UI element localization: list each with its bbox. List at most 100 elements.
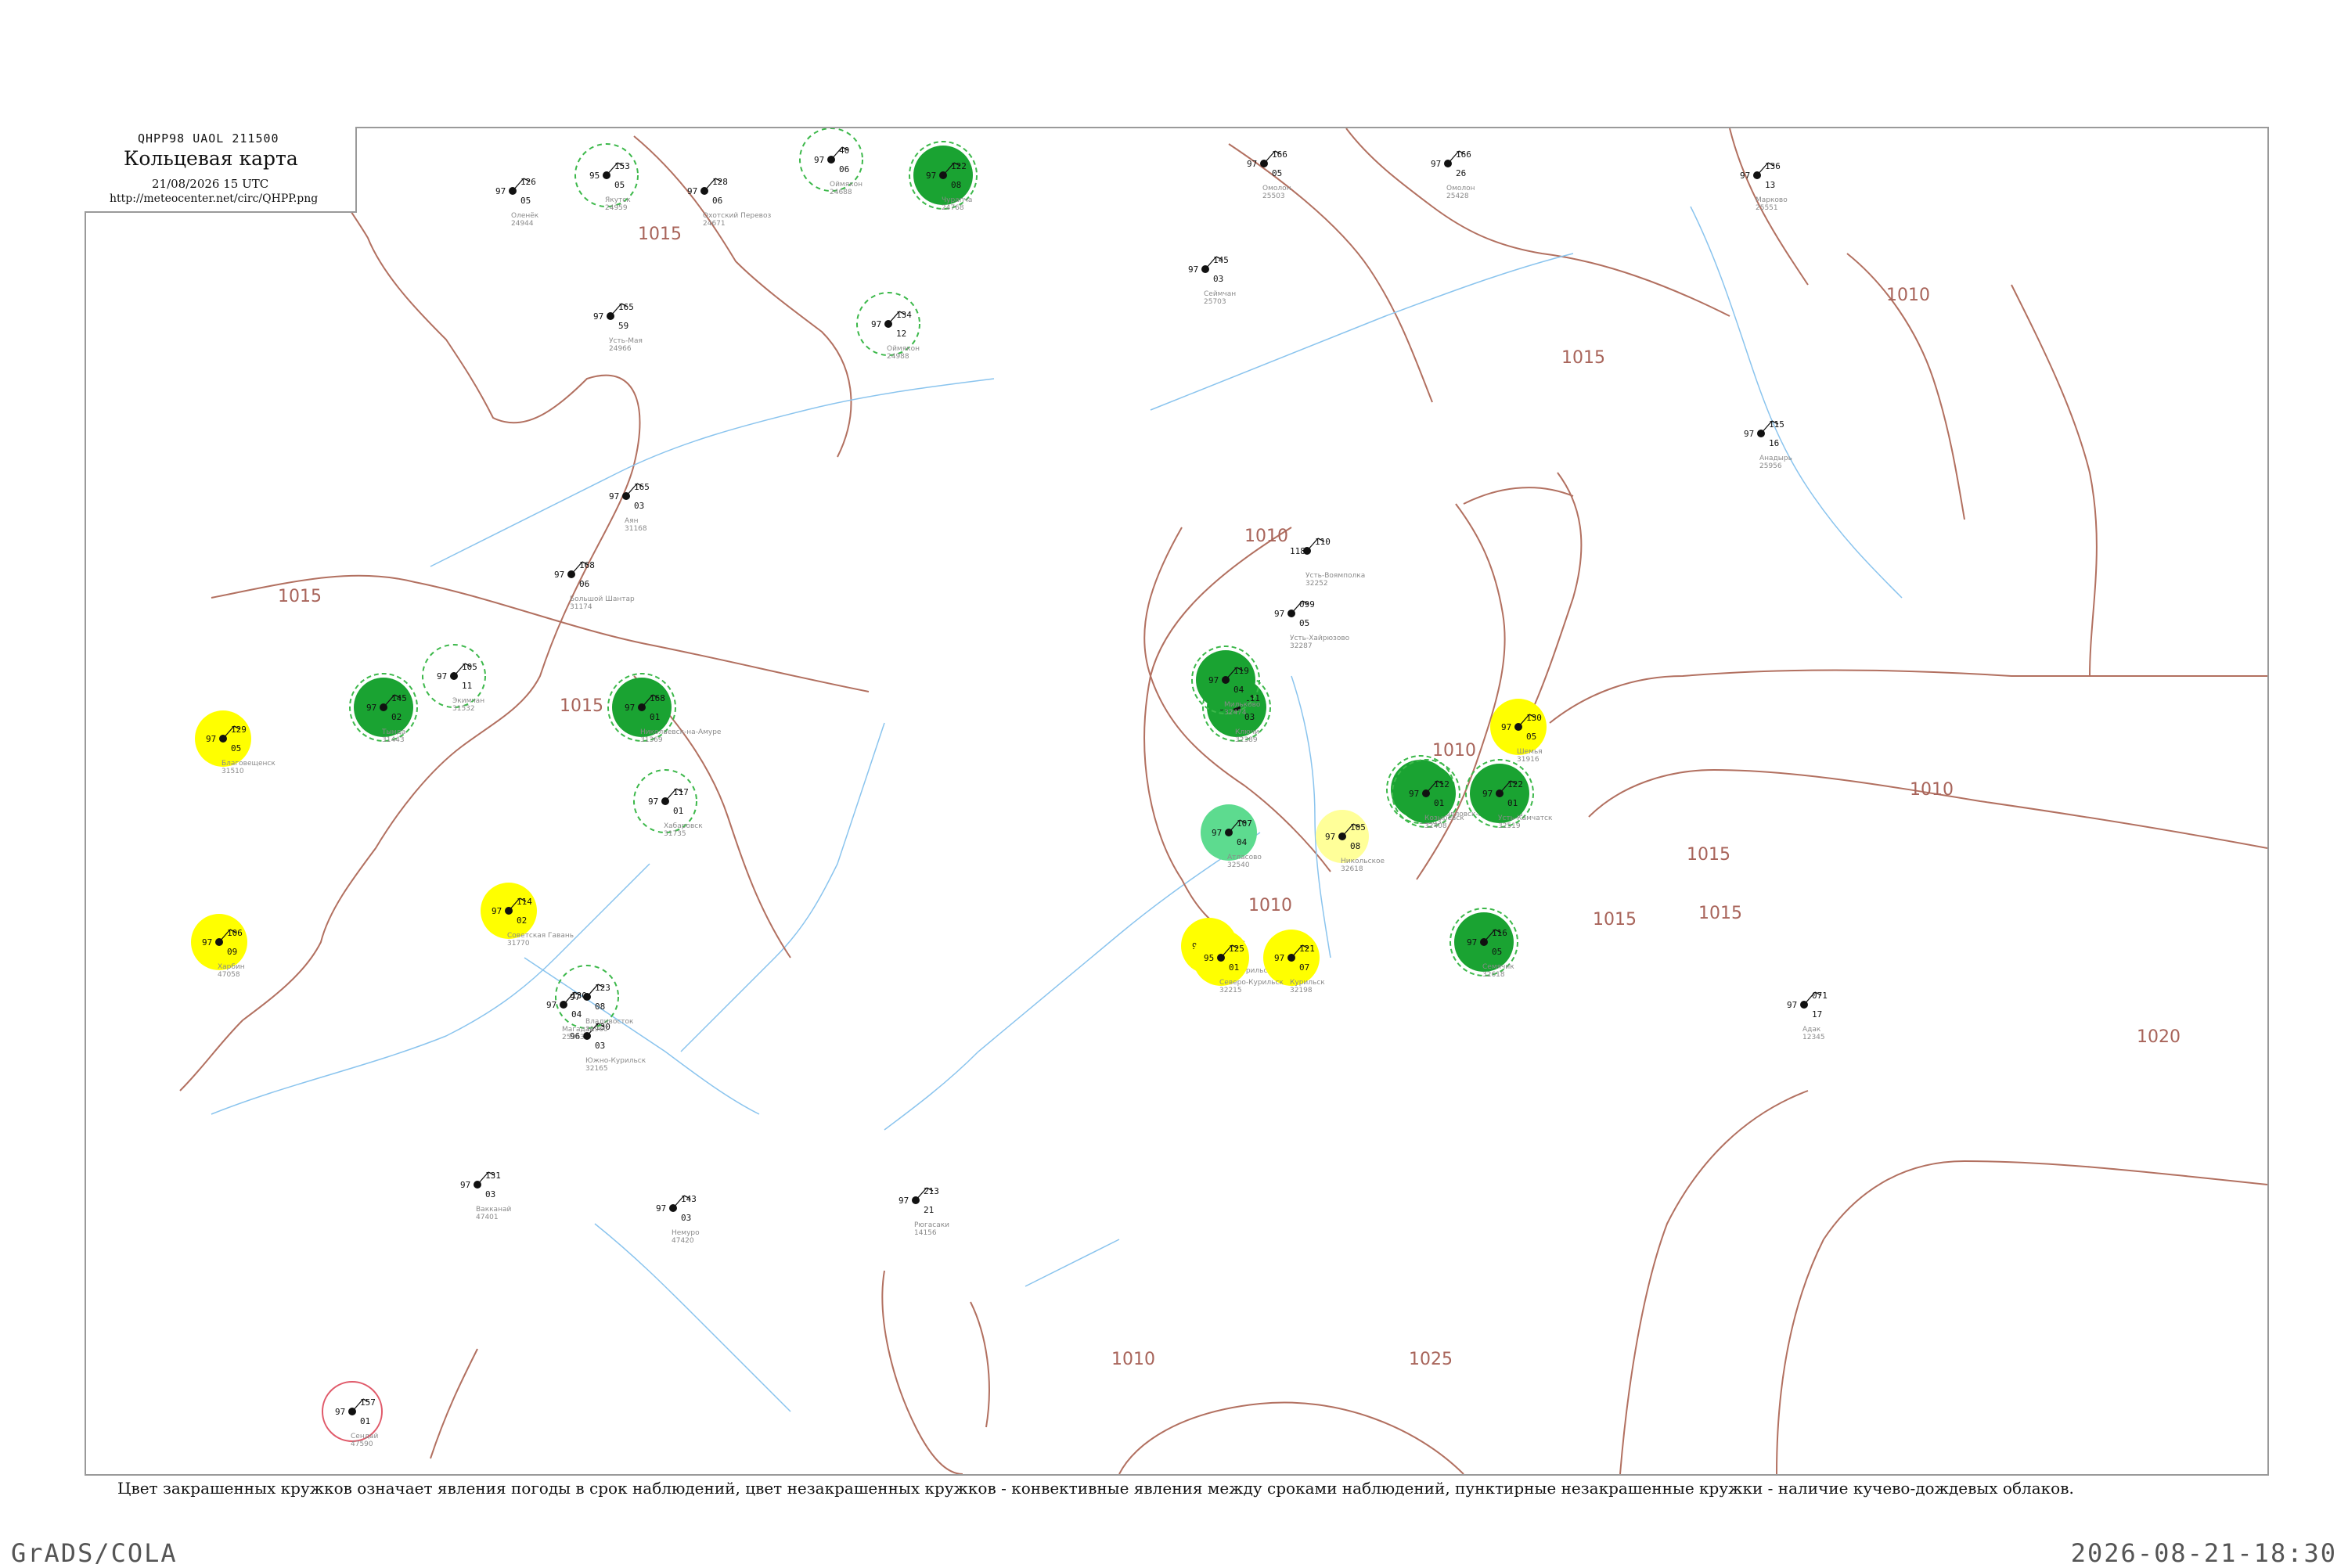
station-value: 97 (609, 491, 619, 502)
station-name: Советская Гавань (507, 932, 574, 940)
station-plot[interactable]: 122 97 01 Усть-Камчатск32519 (1465, 759, 1553, 830)
station-name: Усть-Хайрюзово (1290, 635, 1350, 642)
station-plot[interactable]: 134 97 12 Оймякон24988 (856, 292, 920, 361)
station-name: Немуро (672, 1229, 700, 1237)
station-plot[interactable]: 105 97 11 Экимчан31532 (422, 644, 486, 713)
isobar-label: 1015 (1593, 910, 1637, 930)
rivers (211, 206, 1903, 1412)
station-value: 97 (1325, 832, 1335, 842)
station-plot[interactable]: 110 118 Усть-Воямполка32252 (1290, 537, 1365, 588)
station-value: 97 (1274, 609, 1284, 619)
station-value: 166 (1272, 149, 1287, 160)
station-id: 24688 (830, 189, 852, 196)
station-plot[interactable]: 099 97 05 Усть-Хайрюзово32287 (1274, 599, 1350, 650)
station-value: 97 (1212, 828, 1222, 838)
station-id: 31443 (382, 736, 405, 744)
station-value: 145 (1213, 255, 1229, 265)
station-value: 97 (1467, 937, 1477, 948)
station-plot[interactable]: 107 97 04 Атласово32540 (1201, 804, 1262, 869)
station-plot[interactable]: 136 97 13 Марково25551 (1740, 161, 1788, 212)
station-plot[interactable]: 130 97 05 Шемья31916 (1490, 699, 1547, 764)
station-name: Козыревск (1424, 815, 1464, 822)
station-value: 01 (673, 806, 683, 816)
station-id: 47401 (476, 1214, 499, 1221)
station-value: 17 (1812, 1009, 1822, 1020)
station-plot[interactable]: 115 97 16 Анадырь25956 (1744, 419, 1792, 470)
station-plot[interactable]: 40 97 06 Оймякон24688 (799, 128, 863, 196)
station-name: Оймякон (830, 181, 862, 189)
station-plot[interactable]: 213 97 21 Рюгасаки14156 (899, 1186, 949, 1237)
station-plot[interactable]: 114 97 02 Советская Гавань31770 (481, 883, 574, 948)
station-plot[interactable]: 166 97 05 Омолон25503 (1247, 149, 1291, 200)
station-value: 97 (625, 703, 635, 713)
station-value: 105 (462, 662, 477, 672)
station-plot[interactable]: 122 97 08 Чурапча24768 (909, 141, 978, 212)
station-plot[interactable]: 145 97 02 Тында31443 (349, 673, 418, 744)
station-name: Владивосток (585, 1018, 634, 1026)
station-value: 130 (1526, 713, 1542, 723)
station-value: 107 (1237, 818, 1252, 829)
station-value: 112 (1434, 779, 1449, 789)
station-value: 97 (1247, 159, 1257, 169)
station-plot[interactable]: 126 97 05 Оленёк24944 (495, 177, 539, 228)
software-credit: GrADS/COLA (11, 1538, 178, 1568)
station-plot[interactable]: 166 97 26 Омолон25428 (1431, 149, 1475, 200)
station-value: 126 (520, 177, 536, 187)
station-plot[interactable]: 153 95 05 Якутск24959 (574, 143, 639, 212)
station-id: 32165 (585, 1065, 608, 1073)
isobar-label: 1015 (560, 696, 603, 716)
station-plot[interactable]: 129 97 05 Благовещенск31510 (195, 710, 275, 775)
station-value: 145 (391, 693, 407, 703)
station-plot[interactable]: 145 97 03 Сеймчан25703 (1188, 255, 1236, 306)
station-plot[interactable]: 165 97 59 Усть-Мая24966 (593, 302, 643, 353)
station-plot[interactable]: 128 97 06 Охотский Перевоз24671 (687, 177, 771, 228)
station-name: Никольское (1341, 858, 1385, 865)
station-name: Чурапча (942, 196, 972, 204)
station-value: 106 (227, 928, 243, 938)
station-id: 25503 (1262, 192, 1285, 200)
station-plot[interactable]: 143 97 03 Немуро47420 (656, 1194, 700, 1245)
station-plot[interactable]: 116 97 05 Семячик32618 (1449, 908, 1518, 979)
station-plot[interactable]: 165 97 03 Аян31168 (609, 482, 650, 533)
station-value: 128 (712, 177, 728, 187)
station-name: Магадан (562, 1026, 594, 1034)
station-plot[interactable]: 157 97 01 Сендай47590 (322, 1381, 383, 1448)
station-plot[interactable]: 117 97 01 Хабаровск31735 (633, 769, 703, 838)
station-plot[interactable]: 168 97 06 Большой Шантар31174 (554, 560, 635, 611)
station-name: Оленёк (511, 212, 539, 220)
station-id: 25703 (1204, 298, 1226, 306)
station-id: 32198 (1290, 987, 1313, 994)
station-plot[interactable]: 106 97 09 Харбин47058 (191, 914, 247, 979)
bulletin-code: QHPP98 UAOL 211500 (138, 131, 279, 146)
station-plot[interactable]: 119 97 04 Мильково32474 (1191, 646, 1261, 717)
station-plot[interactable]: 131 97 03 Вакканай47401 (460, 1171, 511, 1221)
station-plot[interactable]: 168 97 01 Николаевск-на-Амуре31369 (607, 673, 722, 744)
station-value: 97 (871, 319, 881, 329)
station-id: 32389 (1235, 736, 1258, 744)
isobar-label: 1010 (1111, 1350, 1155, 1369)
station-name: Семячик (1482, 963, 1514, 971)
station-name: Вакканай (476, 1206, 511, 1214)
station-name: Благовещенск (221, 760, 275, 768)
station-value: 97 (814, 155, 824, 165)
station-value: 143 (681, 1194, 697, 1204)
station-id: 32519 (1498, 822, 1521, 830)
station-id: 24959 (605, 204, 628, 212)
station-id: 24966 (609, 345, 632, 353)
station-value: 125 (1229, 944, 1244, 954)
station-value: 97 (202, 937, 212, 948)
station-plot[interactable]: 071 97 17 Адак12345 (1787, 991, 1828, 1041)
station-value: 16 (1769, 438, 1779, 448)
station-id: 32618 (1482, 971, 1505, 979)
station-value: 071 (1812, 991, 1828, 1001)
station-value: 97 (554, 570, 564, 580)
isobar-label-group: 1015 1015 1010 1015 1010 1015 1010 1010 … (278, 225, 2181, 1369)
station-name: Тында (381, 728, 405, 736)
synoptic-map[interactable]: 1015 1015 1010 1015 1010 1015 1010 1010 … (86, 128, 2267, 1474)
station-value: 97 (437, 671, 447, 682)
station-value: 97 (1744, 429, 1754, 439)
source-url[interactable]: http://meteocenter.net/circ/QHPP.png (110, 192, 318, 205)
station-id: 24768 (942, 204, 964, 212)
station-plot[interactable]: 105 97 08 Никольское32618 (1316, 810, 1385, 873)
map-frame: 1015 1015 1010 1015 1010 1015 1010 1010 … (85, 127, 2269, 1476)
